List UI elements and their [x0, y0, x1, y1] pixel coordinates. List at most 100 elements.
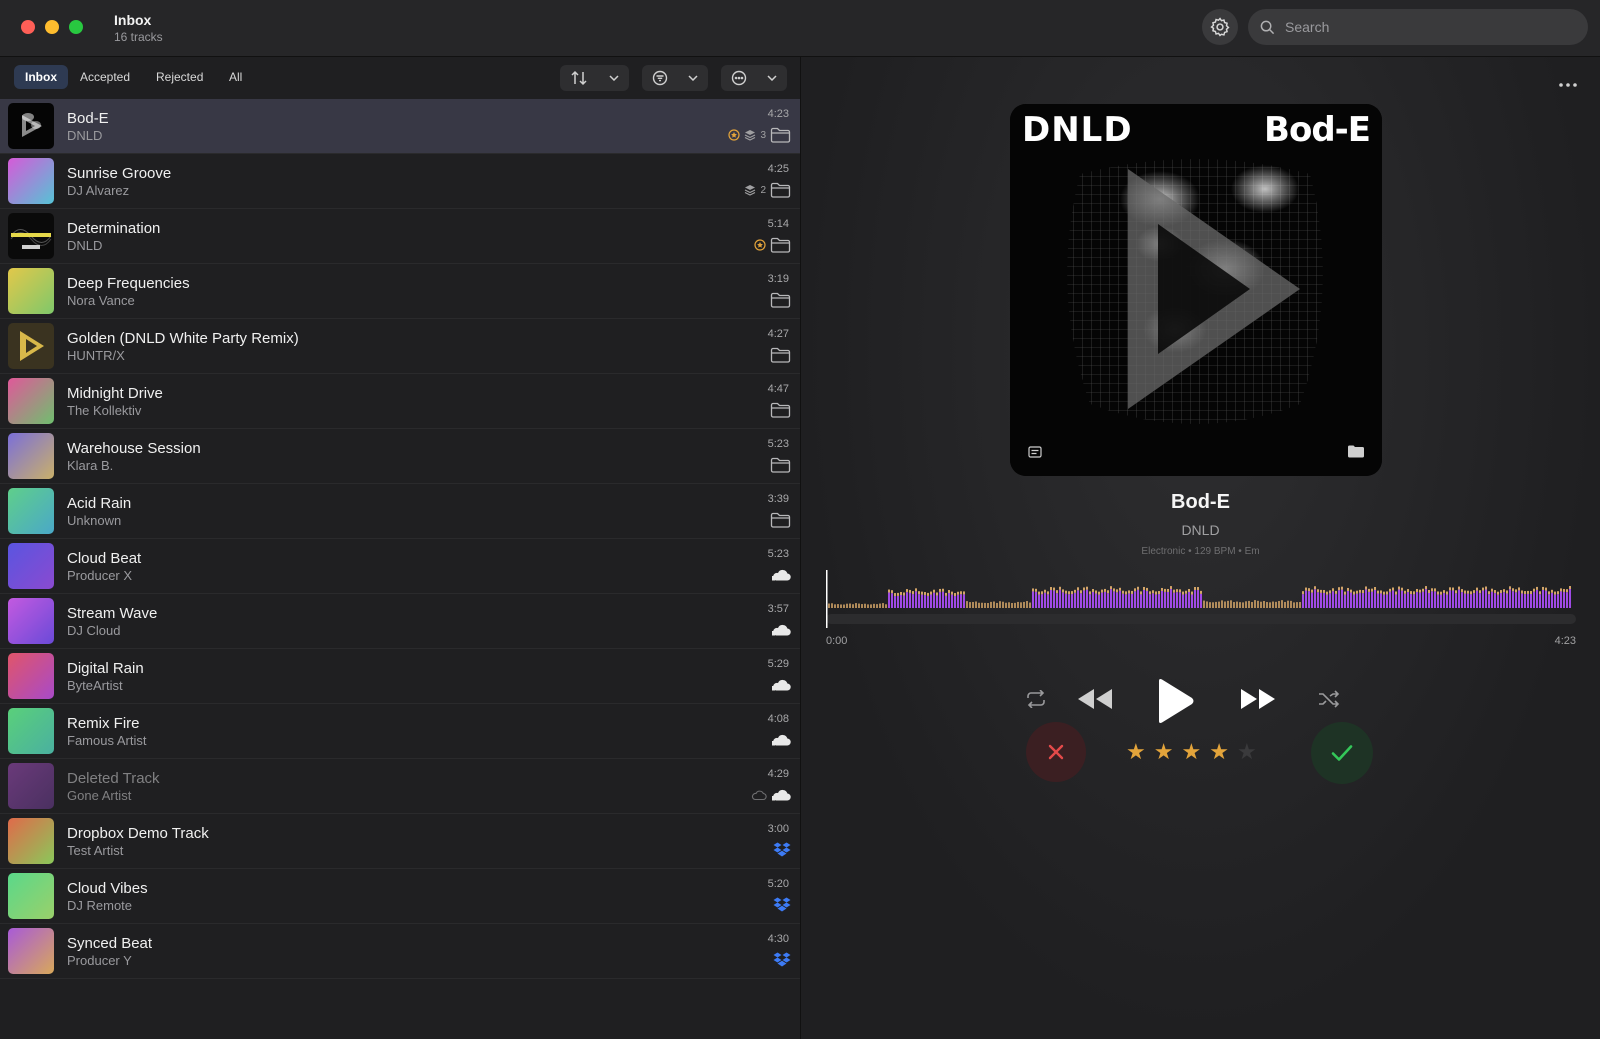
track-row[interactable]: Stream Wave DJ Cloud 3:57 — [0, 594, 800, 649]
track-artwork-thumbnail — [8, 708, 54, 754]
repeat-button[interactable] — [1024, 687, 1048, 711]
track-title: Midnight Drive — [67, 385, 163, 402]
backward-icon — [1078, 689, 1112, 709]
track-status-icons — [771, 676, 791, 694]
artwork-info-button[interactable] — [1028, 445, 1042, 458]
forward-icon — [1241, 689, 1275, 709]
play-button[interactable] — [1153, 677, 1197, 725]
track-status-icons — [751, 786, 791, 804]
track-status-icons — [754, 236, 791, 254]
folder-icon — [770, 347, 791, 363]
star-rating[interactable]: ★ ★ ★ ★ ★ — [1126, 739, 1257, 765]
track-title: Determination — [67, 220, 161, 237]
settings-button[interactable] — [1202, 9, 1238, 45]
stack-icon — [745, 185, 756, 196]
track-artist: Unknown — [67, 513, 122, 528]
track-row[interactable]: Bod-E DNLD 4:23 3 — [0, 99, 800, 154]
next-track-button[interactable] — [1238, 685, 1278, 713]
folder-icon — [770, 182, 791, 198]
track-row[interactable]: Acid Rain Unknown 3:39 — [0, 484, 800, 539]
track-artist: DNLD — [67, 238, 103, 253]
cloud-icon — [772, 734, 791, 746]
track-row[interactable]: Golden (DNLD White Party Remix) HUNTR/X 4:… — [0, 319, 800, 374]
folder-icon — [770, 237, 791, 253]
now-playing-metadata: Electronic • 129 BPM • Em — [1141, 546, 1260, 557]
track-row[interactable]: Deleted Track Gone Artist 4:29 — [0, 759, 800, 814]
cloud-icon — [772, 624, 791, 636]
track-artwork-thumbnail — [8, 433, 54, 479]
track-artist: The Kollektiv — [67, 403, 142, 418]
track-duration: 5:23 — [767, 438, 789, 450]
reject-button[interactable] — [1026, 722, 1086, 782]
track-artist: DJ Cloud — [67, 623, 121, 638]
tab-all[interactable]: All — [218, 65, 253, 89]
track-duration: 3:39 — [767, 493, 789, 505]
artwork-title: Bod-E — [1264, 110, 1371, 150]
shuffle-icon — [1319, 690, 1340, 708]
zoom-window-button[interactable] — [69, 20, 83, 34]
track-artist: Famous Artist — [67, 733, 147, 748]
tab-accepted[interactable]: Accepted — [69, 65, 141, 89]
track-row[interactable]: Dropbox Demo Track Test Artist 3:00 — [0, 814, 800, 869]
track-status-icons — [770, 456, 791, 474]
track-title: Warehouse Session — [67, 440, 201, 457]
track-title: Dropbox Demo Track — [67, 825, 209, 842]
track-row[interactable]: Synced Beat Producer Y 4:30 — [0, 924, 800, 979]
accept-button[interactable] — [1311, 722, 1373, 784]
track-status-icons — [771, 621, 791, 639]
close-window-button[interactable] — [21, 20, 35, 34]
artwork-logo: DNLD — [1022, 110, 1133, 150]
filter-icon — [652, 70, 668, 86]
more-options-button[interactable] — [1555, 77, 1581, 93]
track-title: Bod-E — [67, 110, 109, 127]
track-artist: DJ Remote — [67, 898, 133, 913]
track-artist: Producer X — [67, 568, 133, 583]
track-row[interactable]: Midnight Drive The Kollektiv 4:47 — [0, 374, 800, 429]
star-icon[interactable]: ★ — [1181, 739, 1201, 765]
track-row[interactable]: Cloud Vibes DJ Remote 5:20 — [0, 869, 800, 924]
minimize-window-button[interactable] — [45, 20, 59, 34]
track-row[interactable]: Warehouse Session Klara B. 5:23 — [0, 429, 800, 484]
track-row[interactable]: Cloud Beat Producer X 5:23 — [0, 539, 800, 594]
playhead[interactable] — [826, 570, 828, 628]
artwork-graphic — [1010, 104, 1382, 476]
track-row[interactable]: Deep Frequencies Nora Vance 3:19 — [0, 264, 800, 319]
search-field[interactable] — [1248, 9, 1588, 45]
tab-inbox[interactable]: Inbox — [14, 65, 68, 89]
star-icon[interactable]: ★ — [1126, 739, 1146, 765]
waveform-scrubber[interactable] — [826, 570, 1576, 628]
filter-menu-button[interactable] — [642, 65, 708, 91]
track-row[interactable]: Sunrise Groove DJ Alvarez 4:25 2 — [0, 154, 800, 209]
track-status-icons — [773, 951, 791, 969]
sort-menu-button[interactable] — [560, 65, 629, 91]
previous-track-button[interactable] — [1075, 685, 1115, 713]
more-actions-menu-button[interactable] — [721, 65, 787, 91]
search-icon — [1260, 20, 1275, 34]
track-artwork-thumbnail — [8, 158, 54, 204]
track-row[interactable]: Remix Fire Famous Artist 4:08 — [0, 704, 800, 759]
track-title: Stream Wave — [67, 605, 158, 622]
track-duration: 3:57 — [767, 603, 789, 615]
folder-icon — [770, 402, 791, 418]
track-title: Remix Fire — [67, 715, 140, 732]
track-artwork-thumbnail — [8, 268, 54, 314]
track-artist: HUNTR/X — [67, 348, 125, 363]
artwork-folder-button[interactable] — [1347, 444, 1365, 458]
tab-rejected[interactable]: Rejected — [145, 65, 214, 89]
search-input[interactable] — [1283, 18, 1567, 36]
play-icon — [1159, 679, 1194, 723]
track-artwork-thumbnail — [8, 818, 54, 864]
track-row[interactable]: Determination DNLD 5:14 — [0, 209, 800, 264]
track-artist: DJ Alvarez — [67, 183, 130, 198]
star-icon[interactable]: ★ — [1209, 739, 1229, 765]
star-icon[interactable]: ★ — [1237, 739, 1257, 765]
track-row[interactable]: Digital Rain ByteArtist 5:29 — [0, 649, 800, 704]
track-status-icons — [773, 896, 791, 914]
track-duration: 4:23 — [767, 108, 789, 120]
shuffle-button[interactable] — [1317, 687, 1341, 711]
track-status-icons: 2 — [744, 181, 791, 199]
filter-toolbar: Inbox Accepted Rejected All — [0, 57, 800, 99]
track-artwork-thumbnail — [8, 378, 54, 424]
track-status-icons — [771, 566, 791, 584]
star-icon[interactable]: ★ — [1154, 739, 1174, 765]
